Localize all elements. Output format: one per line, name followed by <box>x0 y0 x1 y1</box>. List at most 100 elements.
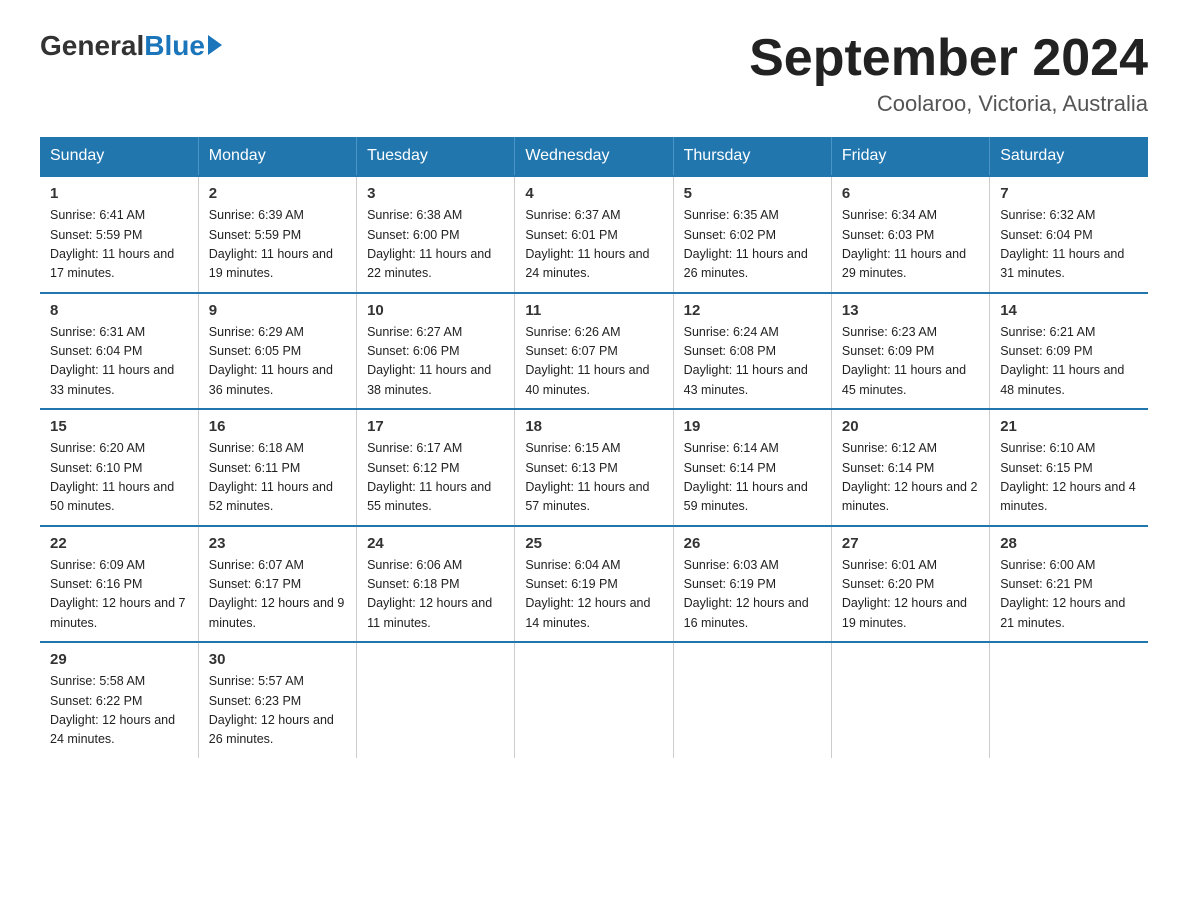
day-info: Sunrise: 6:18 AMSunset: 6:11 PMDaylight:… <box>209 439 346 517</box>
day-info: Sunrise: 6:00 AMSunset: 6:21 PMDaylight:… <box>1000 556 1138 634</box>
calendar-cell: 17Sunrise: 6:17 AMSunset: 6:12 PMDayligh… <box>357 409 515 526</box>
day-number: 15 <box>50 418 188 435</box>
calendar-cell: 20 Sunrise: 6:12 AMSunset: 6:14 PMDayligh… <box>831 409 989 526</box>
calendar-cell: 11 Sunrise: 6:26 AMSunset: 6:07 PMDayligh… <box>515 293 673 410</box>
day-info: Sunrise: 6:01 AMSunset: 6:20 PMDaylight:… <box>842 556 979 634</box>
day-number: 30 <box>209 651 346 668</box>
day-info: Sunrise: 6:06 AMSunset: 6:18 PMDaylight:… <box>367 556 504 634</box>
day-info: Sunrise: 6:35 AMSunset: 6:02 PMDaylight:… <box>684 206 821 284</box>
day-info: Sunrise: 6:10 AMSunset: 6:15 PMDaylight:… <box>1000 439 1138 517</box>
day-info: Sunrise: 6:07 AMSunset: 6:17 PMDaylight:… <box>209 556 346 634</box>
day-info: Sunrise: 6:17 AMSunset: 6:12 PMDaylight:… <box>367 439 504 517</box>
day-number: 11 <box>525 302 662 319</box>
day-number: 27 <box>842 535 979 552</box>
calendar-cell: 25Sunrise: 6:04 AMSunset: 6:19 PMDayligh… <box>515 526 673 643</box>
day-number: 16 <box>209 418 346 435</box>
day-info: Sunrise: 6:09 AMSunset: 6:16 PMDaylight:… <box>50 556 188 634</box>
day-info: Sunrise: 6:41 AMSunset: 5:59 PMDaylight:… <box>50 206 188 284</box>
day-info: Sunrise: 6:32 AMSunset: 6:04 PMDaylight:… <box>1000 206 1138 284</box>
calendar-cell: 30 Sunrise: 5:57 AMSunset: 6:23 PMDayligh… <box>198 642 356 758</box>
weekday-header-friday: Friday <box>831 137 989 176</box>
calendar-cell: 5 Sunrise: 6:35 AMSunset: 6:02 PMDaylight… <box>673 176 831 293</box>
title-section: September 2024 Coolaroo, Victoria, Austr… <box>749 30 1148 117</box>
day-info: Sunrise: 6:37 AMSunset: 6:01 PMDaylight:… <box>525 206 662 284</box>
day-number: 29 <box>50 651 188 668</box>
day-number: 19 <box>684 418 821 435</box>
calendar-week-row: 29 Sunrise: 5:58 AMSunset: 6:22 PMDayligh… <box>40 642 1148 758</box>
day-info: Sunrise: 6:34 AMSunset: 6:03 PMDaylight:… <box>842 206 979 284</box>
calendar-cell: 29 Sunrise: 5:58 AMSunset: 6:22 PMDayligh… <box>40 642 198 758</box>
calendar-cell: 1 Sunrise: 6:41 AMSunset: 5:59 PMDaylight… <box>40 176 198 293</box>
calendar-cell: 10 Sunrise: 6:27 AMSunset: 6:06 PMDayligh… <box>357 293 515 410</box>
logo-general-text: General <box>40 30 144 62</box>
calendar-cell: 23 Sunrise: 6:07 AMSunset: 6:17 PMDayligh… <box>198 526 356 643</box>
calendar-cell: 22 Sunrise: 6:09 AMSunset: 6:16 PMDayligh… <box>40 526 198 643</box>
day-number: 13 <box>842 302 979 319</box>
day-number: 6 <box>842 185 979 202</box>
logo-blue-text: Blue <box>144 30 205 62</box>
day-info: Sunrise: 6:26 AMSunset: 6:07 PMDaylight:… <box>525 323 662 401</box>
calendar-cell: 19Sunrise: 6:14 AMSunset: 6:14 PMDayligh… <box>673 409 831 526</box>
day-number: 26 <box>684 535 821 552</box>
weekday-header-wednesday: Wednesday <box>515 137 673 176</box>
month-title: September 2024 <box>749 30 1148 87</box>
day-number: 7 <box>1000 185 1138 202</box>
calendar-cell: 3 Sunrise: 6:38 AMSunset: 6:00 PMDaylight… <box>357 176 515 293</box>
day-info: Sunrise: 6:03 AMSunset: 6:19 PMDaylight:… <box>684 556 821 634</box>
day-number: 20 <box>842 418 979 435</box>
calendar-cell <box>831 642 989 758</box>
calendar-cell: 4 Sunrise: 6:37 AMSunset: 6:01 PMDaylight… <box>515 176 673 293</box>
day-number: 5 <box>684 185 821 202</box>
day-number: 21 <box>1000 418 1138 435</box>
weekday-header-tuesday: Tuesday <box>357 137 515 176</box>
day-number: 3 <box>367 185 504 202</box>
calendar-cell: 16 Sunrise: 6:18 AMSunset: 6:11 PMDayligh… <box>198 409 356 526</box>
location-subtitle: Coolaroo, Victoria, Australia <box>749 91 1148 117</box>
day-info: Sunrise: 6:23 AMSunset: 6:09 PMDaylight:… <box>842 323 979 401</box>
calendar-cell: 2 Sunrise: 6:39 AMSunset: 5:59 PMDaylight… <box>198 176 356 293</box>
calendar-cell <box>990 642 1148 758</box>
calendar-header-row: SundayMondayTuesdayWednesdayThursdayFrid… <box>40 137 1148 176</box>
calendar-week-row: 22 Sunrise: 6:09 AMSunset: 6:16 PMDayligh… <box>40 526 1148 643</box>
calendar-cell <box>673 642 831 758</box>
day-info: Sunrise: 5:58 AMSunset: 6:22 PMDaylight:… <box>50 672 188 750</box>
calendar-table: SundayMondayTuesdayWednesdayThursdayFrid… <box>40 137 1148 758</box>
calendar-cell: 21 Sunrise: 6:10 AMSunset: 6:15 PMDayligh… <box>990 409 1148 526</box>
day-info: Sunrise: 6:27 AMSunset: 6:06 PMDaylight:… <box>367 323 504 401</box>
weekday-header-thursday: Thursday <box>673 137 831 176</box>
calendar-cell: 7 Sunrise: 6:32 AMSunset: 6:04 PMDaylight… <box>990 176 1148 293</box>
weekday-header-monday: Monday <box>198 137 356 176</box>
day-info: Sunrise: 6:21 AMSunset: 6:09 PMDaylight:… <box>1000 323 1138 401</box>
calendar-cell: 18 Sunrise: 6:15 AMSunset: 6:13 PMDayligh… <box>515 409 673 526</box>
logo: General Blue <box>40 30 222 62</box>
day-number: 18 <box>525 418 662 435</box>
logo-arrow-icon <box>208 35 222 55</box>
day-number: 1 <box>50 185 188 202</box>
calendar-cell: 9 Sunrise: 6:29 AMSunset: 6:05 PMDaylight… <box>198 293 356 410</box>
day-info: Sunrise: 6:38 AMSunset: 6:00 PMDaylight:… <box>367 206 504 284</box>
calendar-cell: 26 Sunrise: 6:03 AMSunset: 6:19 PMDayligh… <box>673 526 831 643</box>
day-info: Sunrise: 6:12 AMSunset: 6:14 PMDaylight:… <box>842 439 979 517</box>
calendar-cell: 8 Sunrise: 6:31 AMSunset: 6:04 PMDaylight… <box>40 293 198 410</box>
day-number: 2 <box>209 185 346 202</box>
day-number: 22 <box>50 535 188 552</box>
day-info: Sunrise: 6:24 AMSunset: 6:08 PMDaylight:… <box>684 323 821 401</box>
day-number: 8 <box>50 302 188 319</box>
calendar-cell: 12Sunrise: 6:24 AMSunset: 6:08 PMDayligh… <box>673 293 831 410</box>
weekday-header-saturday: Saturday <box>990 137 1148 176</box>
day-info: Sunrise: 6:15 AMSunset: 6:13 PMDaylight:… <box>525 439 662 517</box>
day-number: 25 <box>525 535 662 552</box>
day-number: 10 <box>367 302 504 319</box>
calendar-cell: 13 Sunrise: 6:23 AMSunset: 6:09 PMDayligh… <box>831 293 989 410</box>
day-number: 24 <box>367 535 504 552</box>
day-info: Sunrise: 6:31 AMSunset: 6:04 PMDaylight:… <box>50 323 188 401</box>
calendar-cell: 6 Sunrise: 6:34 AMSunset: 6:03 PMDaylight… <box>831 176 989 293</box>
day-info: Sunrise: 5:57 AMSunset: 6:23 PMDaylight:… <box>209 672 346 750</box>
day-info: Sunrise: 6:29 AMSunset: 6:05 PMDaylight:… <box>209 323 346 401</box>
day-info: Sunrise: 6:39 AMSunset: 5:59 PMDaylight:… <box>209 206 346 284</box>
day-number: 4 <box>525 185 662 202</box>
day-number: 9 <box>209 302 346 319</box>
page-header: General Blue September 2024 Coolaroo, Vi… <box>40 30 1148 117</box>
day-number: 14 <box>1000 302 1138 319</box>
day-number: 23 <box>209 535 346 552</box>
